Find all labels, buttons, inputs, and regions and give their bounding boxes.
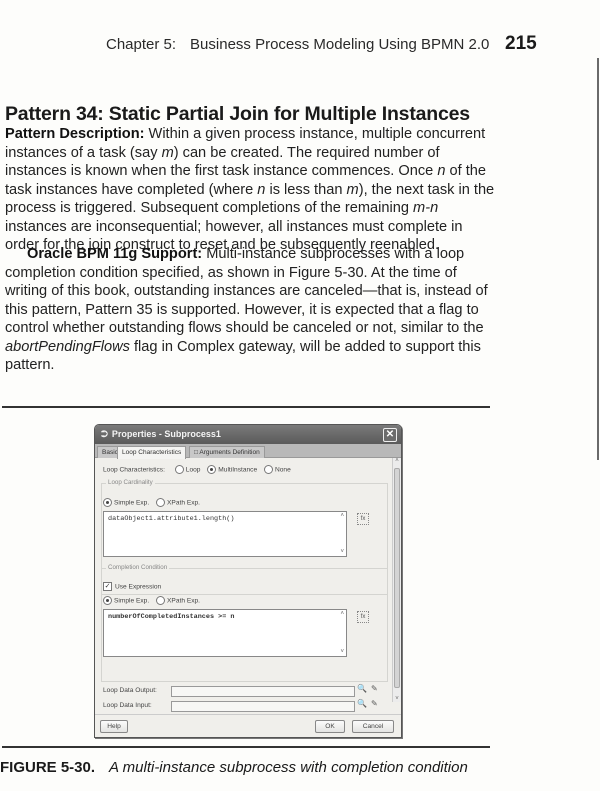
cardinality-expression-input[interactable]: dataObject1.attribute1.length() ˄ ˅ xyxy=(103,511,347,557)
radio-xpath-exp[interactable] xyxy=(156,498,166,507)
use-expression-checkbox[interactable]: ✓ xyxy=(103,582,112,591)
radio-simple-exp-label: Simple Exp. xyxy=(114,499,150,507)
cardinality-expression-value: dataObject1.attribute1.length() xyxy=(108,515,235,523)
search-icon[interactable]: 🔍 xyxy=(357,684,367,693)
expression-builder-icon[interactable]: fx xyxy=(357,513,369,525)
running-head-title: Business Process Modeling Using BPMN 2.0 xyxy=(190,36,490,53)
radio-none[interactable] xyxy=(264,465,273,474)
loop-cardinality-label: Loop Cardinality xyxy=(106,479,155,486)
dialog-footer: Help OK Cancel xyxy=(95,714,401,737)
italic-term: abortPendingFlows xyxy=(5,338,130,355)
running-head-chapter: Chapter 5: xyxy=(106,36,177,53)
cancel-button[interactable]: Cancel xyxy=(352,720,394,733)
figure-caption: FIGURE 5-30. A multi-instance subprocess … xyxy=(0,759,468,776)
help-button[interactable]: Help xyxy=(100,720,128,733)
scroll-down-icon[interactable]: ˅ xyxy=(393,696,401,702)
use-expression-label: Use Expression xyxy=(115,583,162,591)
paragraph-lead: Oracle BPM 11g Support: xyxy=(27,246,203,262)
radio-xpath-exp[interactable] xyxy=(156,596,166,605)
dialog-title: Properties - Subprocess1 xyxy=(111,429,221,439)
completion-expression-input[interactable]: numberOfCompletedInstances >= n ˄ ˅ xyxy=(103,609,347,657)
radio-multiinstance[interactable] xyxy=(207,465,217,474)
scrollbar-thumb[interactable] xyxy=(394,468,400,688)
figure-rule-bottom xyxy=(2,746,490,748)
paragraph-lead: Pattern Description: xyxy=(5,126,145,142)
expression-builder-icon[interactable]: fx xyxy=(357,611,369,623)
section-title: Pattern 34: Static Partial Join for Mult… xyxy=(5,103,470,125)
cardinality-expr-type-row: Simple Exp. XPath Exp. xyxy=(103,498,200,507)
search-icon[interactable]: 🔍 xyxy=(357,699,367,708)
running-head: Chapter 5: Business Process Modeling Usin… xyxy=(106,36,489,53)
dialog-body: Loop Characteristics: Loop MultiInstance… xyxy=(95,458,393,702)
math-var: m-n xyxy=(413,200,439,216)
eraser-icon[interactable]: ✎ xyxy=(371,684,378,693)
radio-loop[interactable] xyxy=(174,465,184,474)
math-var: m xyxy=(161,144,174,161)
close-button[interactable]: ✕ xyxy=(383,428,397,442)
figure-rule-top xyxy=(2,406,490,408)
tab-arguments-definition[interactable]: □ Arguments Definition xyxy=(189,446,265,458)
figure-caption-text: A multi-instance subprocess with complet… xyxy=(109,759,468,776)
radio-simple-exp[interactable] xyxy=(103,596,112,605)
loop-characteristics-row: Loop Characteristics: Loop MultiInstance… xyxy=(103,465,291,474)
ok-button[interactable]: OK xyxy=(315,720,345,733)
oracle-support-paragraph: Oracle BPM 11g Support: Multi-instance s… xyxy=(5,245,495,375)
loop-data-output-field[interactable] xyxy=(171,686,355,697)
page-margin-rule xyxy=(597,58,599,460)
scroll-down-icon[interactable]: ˅ xyxy=(340,649,344,655)
use-expression-row: ✓ Use Expression xyxy=(103,582,161,591)
radio-none-label: None xyxy=(275,466,291,474)
math-var: m xyxy=(346,181,359,198)
pattern-description-paragraph: Pattern Description: Within a given proc… xyxy=(5,125,495,255)
radio-xpath-exp-label: XPath Exp. xyxy=(167,597,201,605)
vertical-scrollbar[interactable]: ˄ ˅ xyxy=(392,458,401,702)
loop-data-output-label: Loop Data Output: xyxy=(103,687,157,694)
scroll-up-icon[interactable]: ˄ xyxy=(340,513,344,519)
completion-expression-value: numberOfCompletedInstances >= n xyxy=(108,613,235,621)
radio-loop-label: Loop xyxy=(185,466,201,474)
scroll-down-icon[interactable]: ˅ xyxy=(340,549,344,555)
dialog-titlebar[interactable]: ⮊ Properties - Subprocess1 ✕ xyxy=(95,425,401,444)
radio-simple-exp[interactable] xyxy=(103,498,112,507)
radio-multiinstance-label: MultiInstance xyxy=(218,466,258,474)
scroll-up-icon[interactable]: ˄ xyxy=(393,458,401,464)
completion-expr-type-row: Simple Exp. XPath Exp. xyxy=(103,596,200,605)
figure-label: FIGURE 5-30. xyxy=(0,759,96,776)
page-number: 215 xyxy=(505,33,537,54)
text-segment: is less than xyxy=(265,181,347,198)
scroll-up-icon[interactable]: ˄ xyxy=(340,611,344,617)
loop-data-input-label: Loop Data Input: xyxy=(103,702,152,709)
eraser-icon[interactable]: ✎ xyxy=(371,699,378,708)
tab-bar: Basic Loop Characteristics □ Arguments D… xyxy=(95,444,401,459)
loop-characteristics-label: Loop Characteristics: xyxy=(103,466,165,474)
properties-dialog: ⮊ Properties - Subprocess1 ✕ Basic Loop C… xyxy=(94,424,402,738)
radio-simple-exp-label: Simple Exp. xyxy=(114,597,150,605)
completion-condition-label: Completion Condition xyxy=(106,564,170,571)
radio-xpath-exp-label: XPath Exp. xyxy=(167,499,201,507)
close-icon: ✕ xyxy=(385,429,395,440)
loop-data-input-field[interactable] xyxy=(171,701,355,712)
app-icon: ⮊ xyxy=(101,429,108,439)
